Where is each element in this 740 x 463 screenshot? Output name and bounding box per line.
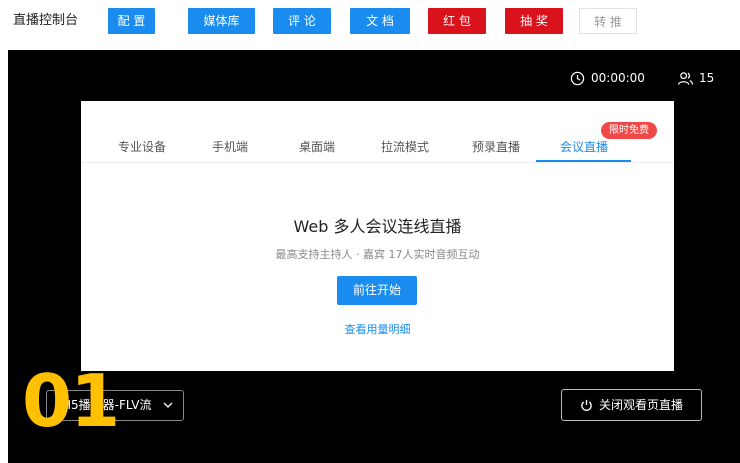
tab-meeting-live[interactable]: 会议直播 (544, 138, 624, 156)
relay-button[interactable]: 转 推 (579, 8, 637, 34)
tab-pull-stream[interactable]: 拉流模式 (365, 138, 445, 156)
lottery-button[interactable]: 抽 奖 (505, 8, 563, 34)
documents-button[interactable]: 文 档 (350, 8, 410, 34)
comments-button[interactable]: 评 论 (273, 8, 331, 34)
active-tab-indicator (536, 160, 631, 162)
tab-prerecorded[interactable]: 预录直播 (456, 138, 536, 156)
step-number-overlay: 01 (22, 359, 120, 443)
close-watch-page-button[interactable]: 关闭观看页直播 (561, 389, 702, 421)
usage-detail-link[interactable]: 查看用量明细 (81, 321, 674, 337)
stream-mode-panel: 专业设备 手机端 桌面端 拉流模式 预录直播 会议直播 限时免费 Web 多人会… (81, 101, 674, 371)
live-timer: 00:00:00 (570, 68, 645, 88)
chevron-down-icon (163, 402, 173, 408)
power-icon (581, 399, 592, 411)
panel-subline: 最高支持主持人 · 嘉宾 17人实时音频互动 (275, 248, 480, 261)
config-button[interactable]: 配 置 (108, 8, 155, 34)
live-preview-area: 00:00:00 15 专业设备 手机端 桌面端 拉流模式 预录直播 会议直播 … (8, 50, 740, 463)
timer-text: 00:00:00 (591, 71, 645, 85)
close-watch-label: 关闭观看页直播 (598, 398, 683, 412)
tab-desktop[interactable]: 桌面端 (277, 138, 357, 156)
top-toolbar: 直播控制台 配 置 媒体库 评 论 文 档 红 包 抽 奖 转 推 (0, 0, 740, 48)
red-packet-button[interactable]: 红 包 (428, 8, 486, 34)
free-promo-badge: 限时免费 (601, 122, 657, 139)
start-button[interactable]: 前往开始 (337, 276, 417, 305)
people-icon (677, 71, 694, 85)
tab-pro-device[interactable]: 专业设备 (102, 138, 182, 156)
media-library-button[interactable]: 媒体库 (188, 8, 255, 34)
app-title: 直播控制台 (13, 13, 79, 28)
viewer-count-text: 15 (699, 71, 715, 85)
clock-icon (570, 71, 585, 85)
tab-divider (81, 162, 674, 163)
tab-mobile[interactable]: 手机端 (190, 138, 270, 156)
panel-headline: Web 多人会议连线直播 (293, 217, 462, 236)
viewer-count: 15 (677, 68, 714, 88)
